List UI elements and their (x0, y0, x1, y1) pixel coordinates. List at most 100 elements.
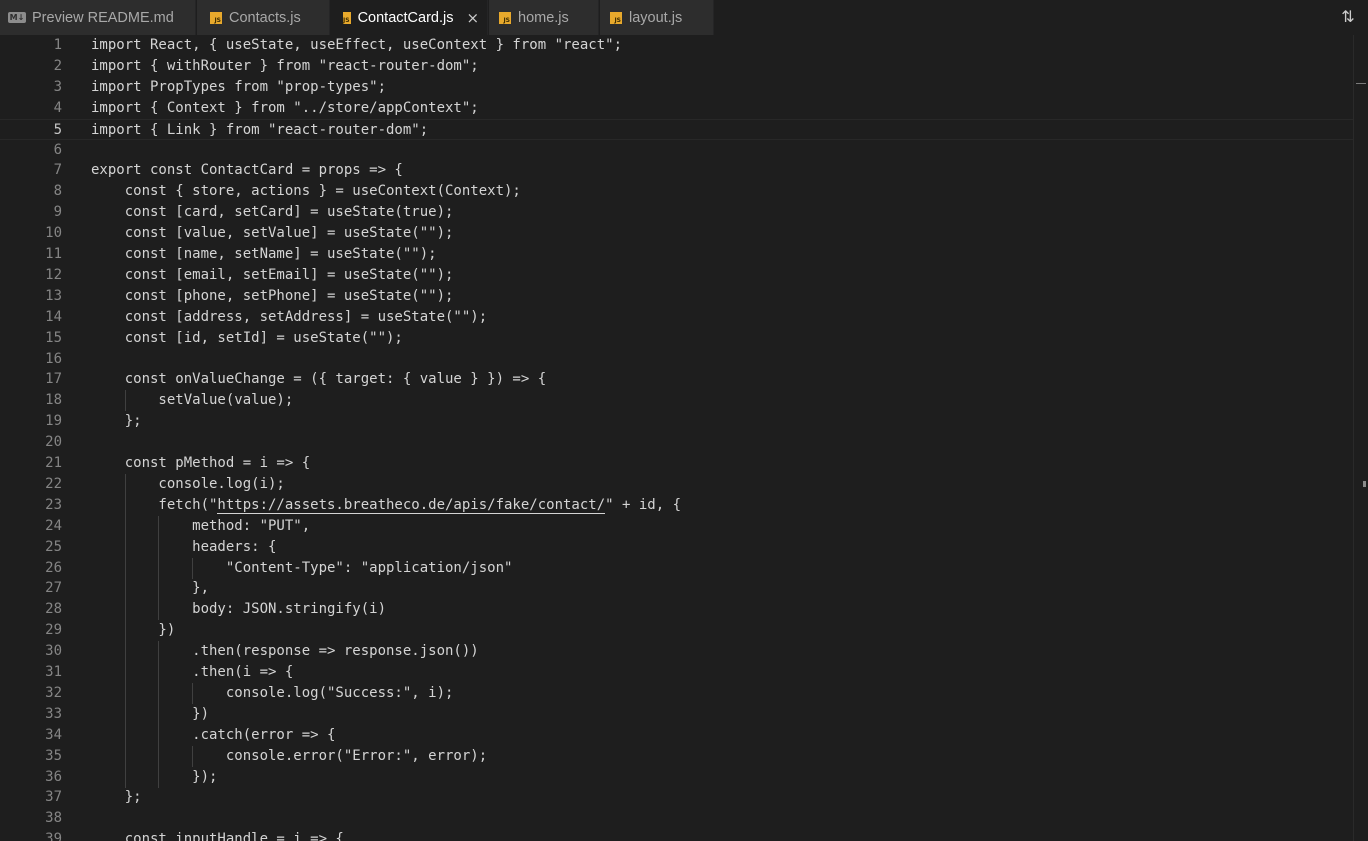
code-line[interactable]: 15 const [id, setId] = useState(""); (0, 328, 1356, 349)
close-tab-icon[interactable]: × (466, 9, 479, 27)
code-text: const [card, setCard] = useState(true); (91, 204, 454, 221)
code-text: }) (91, 622, 176, 639)
code-line[interactable]: 24 method: "PUT", (0, 515, 1356, 537)
indent-guide (124, 557, 126, 579)
line-number: 2 (53, 57, 62, 74)
code-line[interactable]: 36 }); (0, 766, 1356, 788)
code-line[interactable]: 17 const onValueChange = ({ target: { va… (0, 369, 1356, 390)
code-text: .then(response => response.json()) (91, 643, 479, 660)
code-text: console.log("Success:", i); (91, 684, 454, 701)
code-line[interactable]: 8 const { store, actions } = useContext(… (0, 181, 1356, 202)
indent-guide (124, 724, 126, 746)
code-line[interactable]: 22 console.log(i); (0, 473, 1356, 495)
indent-guide (124, 641, 126, 663)
code-line[interactable]: 31 .then(i => { (0, 662, 1356, 683)
code-text: import { Context } from "../store/appCon… (91, 99, 479, 116)
code-text: console.error("Error:", error); (91, 747, 488, 764)
code-line[interactable]: 6 (0, 140, 1356, 161)
line-number: 14 (45, 308, 62, 325)
line-number: 6 (53, 141, 62, 158)
code-line[interactable]: 14 const [address, setAddress] = useStat… (0, 307, 1356, 328)
line-number: 10 (45, 225, 62, 242)
line-number: 8 (53, 183, 62, 200)
tab-contacts-js[interactable]: JS Contacts.js (197, 0, 330, 35)
tab-label-home: home.js (518, 9, 569, 26)
indent-guide (124, 515, 126, 537)
code-line[interactable]: 37 }; (0, 787, 1356, 808)
line-number: 28 (45, 601, 62, 618)
tab-layout-js[interactable]: JS layout.js (600, 0, 714, 35)
line-number: 12 (45, 266, 62, 283)
line-number: 26 (45, 559, 62, 576)
line-number: 23 (45, 496, 62, 513)
tab-strip: M↓ Preview README.md JS Contacts.js JS C… (0, 0, 1368, 35)
code-line[interactable]: 27 }, (0, 578, 1356, 600)
indent-guide (158, 641, 160, 663)
code-line[interactable]: 4 import { Context } from "../store/appCo… (0, 98, 1356, 119)
code-line[interactable]: 2 import { withRouter } from "react-route… (0, 56, 1356, 77)
code-text: headers: { (91, 538, 277, 555)
line-number: 32 (45, 684, 62, 701)
code-text: const [name, setName] = useState(""); (91, 246, 437, 262)
code-line[interactable]: 7 export const ContactCard = props => { (0, 160, 1356, 181)
tab-preview-readme[interactable]: M↓ Preview README.md (0, 0, 196, 35)
compare-changes-icon[interactable]: ⇅ (1338, 7, 1358, 27)
code-line[interactable]: 26 "Content-Type": "application/json" (0, 557, 1356, 579)
code-text: }; (91, 789, 142, 806)
code-line[interactable]: 3 import PropTypes from "prop-types"; (0, 77, 1356, 98)
code-line[interactable]: 39 const inputHandle = i => { (0, 829, 1356, 841)
code-line[interactable]: 28 body: JSON.stringify(i) (0, 599, 1356, 621)
code-editor[interactable]: 1 import React, { useState, useEffect, us… (0, 35, 1368, 841)
line-number: 37 (45, 789, 62, 806)
code-line[interactable]: 20 (0, 432, 1356, 453)
indent-guide (158, 745, 160, 767)
code-line[interactable]: 38 (0, 808, 1356, 829)
tab-label-contacts: Contacts.js (229, 9, 301, 26)
code-text: const { store, actions } = useContext(Co… (91, 183, 521, 200)
code-text: const onValueChange = ({ target: { value… (91, 371, 547, 388)
code-line[interactable]: 19 }; (0, 411, 1356, 432)
code-line[interactable]: 10 const [value, setValue] = useState(""… (0, 223, 1356, 244)
tab-home-js[interactable]: JS home.js (489, 0, 599, 35)
code-line[interactable]: 9 const [card, setCard] = useState(true)… (0, 202, 1356, 223)
indent-guide (158, 599, 160, 621)
line-number: 9 (53, 204, 62, 221)
line-number: 20 (45, 434, 62, 451)
line-number: 27 (45, 580, 62, 597)
line-number: 11 (45, 246, 62, 262)
indent-guide (192, 557, 194, 579)
code-line[interactable]: 30 .then(response => response.json()) (0, 641, 1356, 663)
indent-guide (158, 724, 160, 746)
code-text: }); (91, 768, 218, 785)
code-text: const pMethod = i => { (91, 455, 311, 471)
code-text: const [value, setValue] = useState(""); (91, 225, 454, 242)
line-number: 35 (45, 747, 62, 764)
code-line[interactable]: 33 }) (0, 703, 1356, 725)
code-line[interactable]: 32 console.log("Success:", i); (0, 682, 1356, 704)
code-line[interactable]: 5 import { Link } from "react-router-dom"… (0, 118, 1356, 140)
code-line[interactable]: 23 fetch("https://assets.breatheco.de/ap… (0, 494, 1356, 516)
code-text: import { withRouter } from "react-router… (91, 57, 479, 74)
indent-guide (124, 662, 126, 683)
tab-contactcard-js[interactable]: JS ContactCard.js × (331, 0, 488, 35)
line-number: 21 (45, 455, 62, 471)
code-text: import PropTypes from "prop-types"; (91, 78, 387, 95)
line-number: 1 (53, 37, 62, 53)
code-line[interactable]: 1 import React, { useState, useEffect, us… (0, 35, 1356, 56)
code-line[interactable]: 16 (0, 349, 1356, 370)
line-number: 29 (45, 622, 62, 639)
code-line[interactable]: 13 const [phone, setPhone] = useState(""… (0, 286, 1356, 307)
code-line[interactable]: 34 .catch(error => { (0, 724, 1356, 746)
code-line[interactable]: 21 const pMethod = i => { (0, 453, 1356, 474)
code-line[interactable]: 35 console.error("Error:", error); (0, 745, 1356, 767)
code-line[interactable]: 18 setValue(value); (0, 390, 1356, 412)
indent-guide (124, 766, 126, 788)
code-line[interactable]: 11 const [name, setName] = useState(""); (0, 244, 1356, 265)
code-line[interactable]: 29 }) (0, 620, 1356, 642)
code-line[interactable]: 25 headers: { (0, 536, 1356, 558)
vertical-scrollbar[interactable] (1353, 35, 1368, 841)
code-text: body: JSON.stringify(i) (91, 601, 387, 618)
line-number: 22 (45, 475, 62, 492)
code-line[interactable]: 12 const [email, setEmail] = useState(""… (0, 265, 1356, 286)
indent-guide (124, 536, 126, 558)
